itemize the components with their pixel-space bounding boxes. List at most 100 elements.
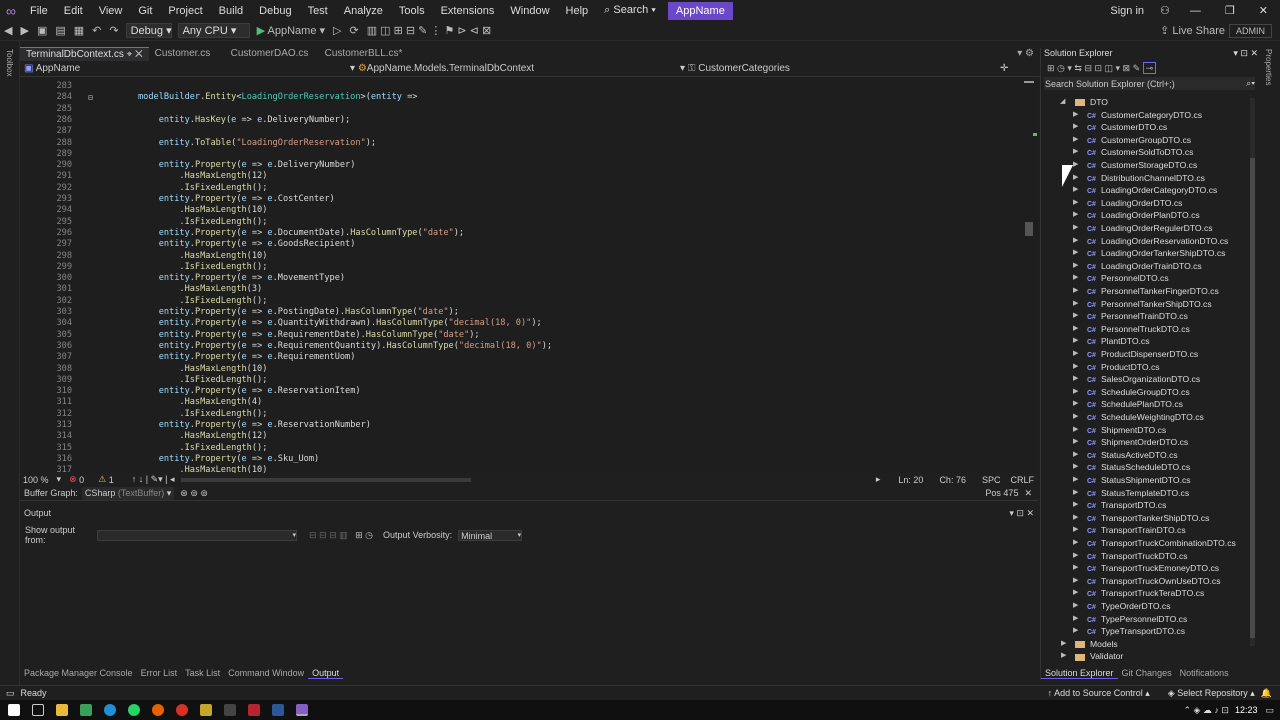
code-line[interactable]: 303 entity.Property(e => e.PostingDate).… bbox=[20, 307, 1020, 318]
properties-tab[interactable]: Properties bbox=[1264, 49, 1273, 85]
code-line[interactable]: 287 bbox=[20, 126, 1020, 137]
run-button[interactable]: ▶ AppName ▾ bbox=[253, 24, 329, 37]
buffer-graph-icons[interactable]: ⊛ ⊜ ⊚ bbox=[180, 488, 208, 499]
tab-customer[interactable]: Customer.cs bbox=[149, 47, 225, 61]
clock[interactable]: 12:23 bbox=[1235, 705, 1258, 715]
tree-item-file[interactable]: ▶ C# DistributionChannelDTO.cs bbox=[1073, 172, 1205, 185]
menu-extensions[interactable]: Extensions bbox=[433, 5, 503, 17]
start-without-debug-icon[interactable]: ▷ bbox=[329, 24, 345, 37]
collapsed-arrow-icon[interactable]: ▶ bbox=[1073, 323, 1078, 336]
menu-build[interactable]: Build bbox=[211, 5, 251, 17]
tree-item-file[interactable]: ▶ C# LoadingOrderRegulerDTO.cs bbox=[1073, 222, 1213, 235]
nav-arrows[interactable]: ↑ ↓ | ✎▾ | ◂ bbox=[132, 474, 175, 485]
notifications-icon[interactable]: 🔔 bbox=[1261, 688, 1272, 699]
menu-test[interactable]: Test bbox=[300, 5, 336, 17]
feedback-icon[interactable]: ⚇ bbox=[1152, 4, 1178, 17]
fold-collapse-icon[interactable]: ⊟ bbox=[88, 92, 93, 103]
toolbox-tab[interactable]: Toolbox bbox=[5, 49, 14, 77]
line-indicator[interactable]: Ln: 20 bbox=[898, 475, 923, 485]
menu-file[interactable]: File bbox=[22, 5, 56, 17]
tree-item-file[interactable]: ▶ C# LoadingOrderTankerShipDTO.cs bbox=[1073, 247, 1225, 260]
tree-item-file[interactable]: ▶ C# ScheduleGroupDTO.cs bbox=[1073, 386, 1190, 399]
solution-explorer-toolbar[interactable]: ⊞ ◷ ▾ ⇆ ⊟ ⊡ ◫ ▾ ⊠ ✎ ⊸ bbox=[1041, 60, 1258, 76]
menu-window[interactable]: Window bbox=[502, 5, 557, 17]
code-line[interactable]: 310 entity.Property(e => e.ReservationIt… bbox=[20, 386, 1020, 397]
collapsed-arrow-icon[interactable]: ▶ bbox=[1073, 524, 1078, 537]
collapsed-arrow-icon[interactable]: ▶ bbox=[1073, 424, 1078, 437]
vs-logo-icon[interactable]: ∞ bbox=[0, 3, 22, 19]
tree-item-file[interactable]: ▶ C# ProductDispenserDTO.cs bbox=[1073, 348, 1198, 361]
live-share-button[interactable]: ⇪ Live Share bbox=[1156, 24, 1229, 37]
tree-item-file[interactable]: ▶ C# ShipmentOrderDTO.cs bbox=[1073, 436, 1188, 449]
collapsed-arrow-icon[interactable]: ▶ bbox=[1073, 260, 1078, 273]
tree-item-file[interactable]: ▶ C# LoadingOrderDTO.cs bbox=[1073, 197, 1182, 210]
collapsed-arrow-icon[interactable]: ▶ bbox=[1073, 487, 1078, 500]
tree-item-file[interactable]: ▶ C# StatusTemplateDTO.cs bbox=[1073, 487, 1189, 500]
collapsed-arrow-icon[interactable]: ▶ bbox=[1073, 474, 1078, 487]
tree-item-file[interactable]: ▶ C# TransportTruckCombinationDTO.cs bbox=[1073, 537, 1236, 550]
tab-task-list[interactable]: Task List bbox=[181, 668, 224, 678]
collapsed-arrow-icon[interactable]: ▶ bbox=[1073, 600, 1078, 613]
menu-git[interactable]: Git bbox=[130, 5, 160, 17]
tree-item-file[interactable]: ▶ C# LoadingOrderReservationDTO.cs bbox=[1073, 235, 1228, 248]
editor-vertical-scrollbar[interactable] bbox=[1020, 77, 1038, 473]
platform-select[interactable]: Any CPU ▾ bbox=[177, 23, 250, 38]
collapsed-arrow-icon[interactable]: ▶ bbox=[1061, 650, 1066, 663]
code-line[interactable]: 305 entity.Property(e => e.RequirementDa… bbox=[20, 330, 1020, 341]
tree-item-file[interactable]: ▶ C# CustomerSoldToDTO.cs bbox=[1073, 146, 1193, 159]
collapsed-arrow-icon[interactable]: ▶ bbox=[1073, 348, 1078, 361]
tree-item-file[interactable]: ▶ C# TransportTrainDTO.cs bbox=[1073, 524, 1186, 537]
redo-icon[interactable]: ↷ bbox=[105, 24, 122, 37]
pin-icon[interactable]: ⌖ bbox=[127, 49, 133, 60]
code-line[interactable]: 283 bbox=[20, 81, 1020, 92]
tab-git-changes[interactable]: Git Changes bbox=[1118, 668, 1176, 678]
menu-analyze[interactable]: Analyze bbox=[336, 5, 391, 17]
back-icon[interactable]: ◀ bbox=[0, 24, 16, 37]
code-line[interactable]: 314 .HasMaxLength(12) bbox=[20, 431, 1020, 442]
code-line[interactable]: 296 entity.Property(e => e.DocumentDate)… bbox=[20, 228, 1020, 239]
tree-item-file[interactable]: ▶ C# StatusActiveDTO.cs bbox=[1073, 449, 1178, 462]
error-icon[interactable]: ⊗ bbox=[69, 474, 77, 485]
output-window-controls[interactable]: ▾ ⊡ ✕ bbox=[1009, 508, 1034, 519]
whatsapp-icon[interactable] bbox=[128, 704, 140, 716]
tree-item-file[interactable]: ▶ C# SalesOrganizationDTO.cs bbox=[1073, 373, 1200, 386]
tree-item-file[interactable]: ▶ C# CustomerGroupDTO.cs bbox=[1073, 134, 1191, 147]
collapsed-arrow-icon[interactable]: ▶ bbox=[1073, 159, 1078, 172]
tree-item-file[interactable]: ▶ C# LoadingOrderTrainDTO.cs bbox=[1073, 260, 1202, 273]
firefox-icon[interactable] bbox=[152, 704, 164, 716]
code-line[interactable]: 294 .HasMaxLength(10) bbox=[20, 205, 1020, 216]
code-line[interactable]: 308 .HasMaxLength(10) bbox=[20, 364, 1020, 375]
output-action-icons[interactable]: ⊟ ⊟ ⊟ ▥ ⊞ ◷ bbox=[309, 530, 373, 541]
project-dropdown[interactable]: ▣ AppName bbox=[20, 63, 350, 74]
tree-item-file[interactable]: ▶ C# CustomerDTO.cs bbox=[1073, 121, 1167, 134]
collapsed-arrow-icon[interactable]: ▶ bbox=[1073, 121, 1078, 134]
collapsed-arrow-icon[interactable]: ▶ bbox=[1073, 537, 1078, 550]
code-line[interactable]: 295 .IsFixedLength(); bbox=[20, 217, 1020, 228]
tree-folder-models[interactable]: ▶ Models bbox=[1061, 638, 1118, 651]
menu-tools[interactable]: Tools bbox=[391, 5, 433, 17]
tab-output[interactable]: Output bbox=[308, 668, 344, 679]
notification-center-icon[interactable]: ▭ bbox=[1265, 705, 1274, 716]
tray-icons[interactable]: ⌃ ◈ ☁ ♪ ⊡ bbox=[1183, 705, 1229, 716]
tab-command-window[interactable]: Command Window bbox=[224, 668, 308, 678]
zoom-select[interactable]: 100 % bbox=[23, 475, 49, 485]
tree-item-file[interactable]: ▶ C# TypePersonnelDTO.cs bbox=[1073, 613, 1187, 626]
search-menu[interactable]: ⌕ Search ▾ bbox=[596, 4, 664, 17]
tree-item-file[interactable]: ▶ C# StatusScheduleDTO.cs bbox=[1073, 461, 1190, 474]
collapsed-arrow-icon[interactable]: ▶ bbox=[1073, 562, 1078, 575]
undo-icon[interactable]: ↶ bbox=[88, 24, 105, 37]
visual-studio-taskbar-icon[interactable] bbox=[296, 704, 308, 716]
menu-project[interactable]: Project bbox=[160, 5, 210, 17]
collapsed-arrow-icon[interactable]: ▶ bbox=[1073, 109, 1078, 122]
tree-item-file[interactable]: ▶ C# LoadingOrderCategoryDTO.cs bbox=[1073, 184, 1217, 197]
menu-view[interactable]: View bbox=[91, 5, 131, 17]
code-line[interactable]: 289 bbox=[20, 149, 1020, 160]
code-line[interactable]: 299 .IsFixedLength(); bbox=[20, 262, 1020, 273]
collapsed-arrow-icon[interactable]: ▶ bbox=[1073, 499, 1078, 512]
code-line[interactable]: 298 .HasMaxLength(10) bbox=[20, 251, 1020, 262]
restore-icon[interactable]: ❐ bbox=[1213, 4, 1247, 17]
solution-search-input[interactable]: Search Solution Explorer (Ctrl+;) ⌕▾ bbox=[1044, 77, 1255, 90]
code-line[interactable]: 315 .IsFixedLength(); bbox=[20, 443, 1020, 454]
tree-item-file[interactable]: ▶ C# StatusShipmentDTO.cs bbox=[1073, 474, 1191, 487]
collapsed-arrow-icon[interactable]: ▶ bbox=[1073, 575, 1078, 588]
